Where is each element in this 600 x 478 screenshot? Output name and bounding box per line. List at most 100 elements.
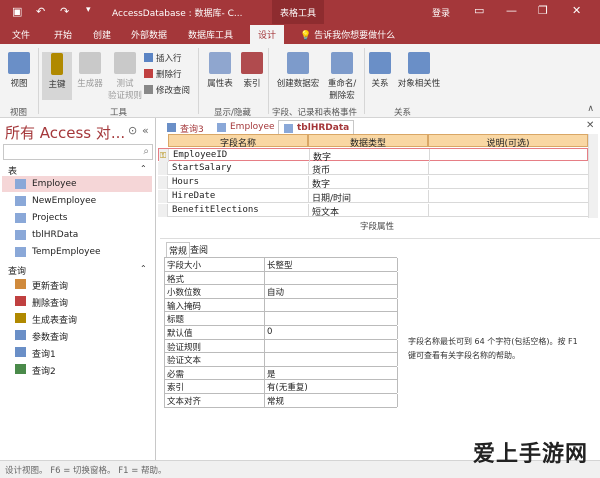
doc-tab-employee[interactable]: Employee: [212, 120, 279, 134]
table-row[interactable]: Hours 数字: [158, 176, 588, 190]
property-value[interactable]: 自动: [264, 285, 398, 299]
property-row[interactable]: 索引 有(无重复): [165, 380, 398, 394]
property-value[interactable]: [264, 271, 398, 285]
view-button[interactable]: 视图: [6, 52, 32, 89]
nav-item-query1[interactable]: 查询1: [2, 344, 152, 360]
minimize-icon[interactable]: —: [506, 4, 517, 17]
tell-me-search[interactable]: 💡 告诉我你想要做什么: [300, 28, 395, 41]
customize-qat-icon[interactable]: ▾: [86, 5, 91, 15]
rename-delete-macro-button[interactable]: 重命名/ 删除宏: [322, 52, 362, 101]
property-row[interactable]: 验证文本: [165, 353, 398, 367]
property-row[interactable]: 必需 是: [165, 366, 398, 381]
tab-external-data[interactable]: 外部数据: [131, 28, 167, 41]
nav-item-tblhrdata[interactable]: tblHRData: [2, 227, 152, 243]
collapse-section-icon[interactable]: ⌃: [140, 264, 147, 273]
description-cell[interactable]: [429, 149, 589, 162]
collapse-section-icon[interactable]: ⌃: [140, 164, 147, 173]
relationships-button[interactable]: 关系: [368, 52, 392, 89]
tab-file[interactable]: 文件: [12, 28, 30, 41]
nav-pane-title[interactable]: 所有 Access 对...: [5, 122, 125, 143]
property-row[interactable]: 字段大小 长整型: [165, 258, 398, 272]
create-data-macros-button[interactable]: 创建数据宏: [274, 52, 322, 89]
property-sheet-button[interactable]: 属性表: [204, 52, 236, 89]
data-type-cell[interactable]: 货币: [312, 163, 330, 176]
description-cell[interactable]: [428, 176, 588, 189]
table-row[interactable]: HireDate 日期/时间: [158, 190, 588, 204]
property-value[interactable]: [264, 353, 398, 367]
property-value[interactable]: [264, 339, 398, 353]
grid-scrollbar[interactable]: [588, 134, 598, 218]
table-row[interactable]: ⚿ EmployeeID 数字: [158, 148, 589, 163]
property-row[interactable]: 验证规则: [165, 339, 398, 354]
nav-search-input[interactable]: ⌕: [3, 144, 153, 160]
data-type-cell[interactable]: 日期/时间: [312, 191, 351, 204]
table-row[interactable]: BenefitElections 短文本: [158, 204, 588, 218]
builder-button[interactable]: 生成器: [76, 52, 104, 89]
redo-icon[interactable]: ↷: [60, 5, 69, 18]
doc-tab-tblhrdata[interactable]: tblHRData: [278, 120, 355, 134]
shutter-bar-icon[interactable]: «: [142, 124, 149, 137]
nav-item-update-query[interactable]: 更新查询: [2, 276, 152, 292]
nav-item-delete-query[interactable]: 删除查询: [2, 293, 152, 309]
field-name-cell[interactable]: Hours: [172, 177, 199, 187]
row-selector[interactable]: [158, 176, 168, 189]
undo-icon[interactable]: ↶: [36, 5, 45, 18]
tab-create[interactable]: 创建: [93, 28, 111, 41]
collapse-ribbon-icon[interactable]: ∧: [587, 104, 594, 114]
close-icon[interactable]: ✕: [572, 4, 581, 17]
description-cell[interactable]: [428, 162, 588, 175]
property-row[interactable]: 标题: [165, 312, 398, 326]
description-cell[interactable]: [428, 204, 588, 217]
nav-dropdown-icon[interactable]: ⊙: [128, 124, 137, 137]
append-query-icon: [15, 364, 26, 374]
property-value[interactable]: [264, 312, 398, 326]
row-selector[interactable]: [158, 162, 168, 175]
restore-icon[interactable]: ❐: [538, 4, 548, 17]
nav-item-projects[interactable]: Projects: [2, 210, 152, 226]
nav-item-newemployee[interactable]: NewEmployee: [2, 193, 152, 209]
tab-design[interactable]: 设计: [250, 25, 285, 44]
field-name-cell[interactable]: EmployeeID: [173, 150, 227, 160]
ribbon-display-icon[interactable]: ▭: [474, 4, 484, 17]
indexes-button[interactable]: 索引: [240, 52, 264, 89]
property-value[interactable]: 是: [264, 366, 398, 380]
property-value[interactable]: 有(无重复): [264, 380, 398, 394]
property-value[interactable]: 常规: [264, 393, 398, 407]
save-icon[interactable]: ▣: [12, 5, 22, 18]
test-validation-rules-button[interactable]: 测试 验证规则: [108, 52, 142, 101]
modify-lookups-button[interactable]: 修改查阅: [144, 84, 190, 96]
tab-home[interactable]: 开始: [54, 28, 72, 41]
table-row[interactable]: StartSalary 货币: [158, 162, 588, 176]
doc-tab-query3[interactable]: 查询3: [162, 120, 208, 135]
nav-item-employee[interactable]: Employee: [2, 176, 152, 192]
property-value[interactable]: 0: [264, 325, 398, 339]
field-name-cell[interactable]: HireDate: [172, 191, 215, 201]
field-name-cell[interactable]: StartSalary: [172, 163, 232, 173]
nav-item-tempemployee[interactable]: TempEmployee: [2, 244, 152, 260]
property-value[interactable]: 长整型: [264, 258, 398, 271]
property-row[interactable]: 小数位数 自动: [165, 285, 398, 299]
data-type-cell[interactable]: 数字: [312, 177, 330, 190]
nav-item-parameter-query[interactable]: 参数查询: [2, 327, 152, 343]
tab-database-tools[interactable]: 数据库工具: [188, 28, 233, 41]
row-selector[interactable]: [158, 190, 168, 203]
object-dependencies-button[interactable]: 对象相关性: [396, 52, 442, 89]
property-row[interactable]: 默认值 0: [165, 325, 398, 340]
property-row[interactable]: 格式: [165, 271, 398, 286]
data-type-cell[interactable]: 短文本: [312, 205, 339, 218]
nav-item-query2[interactable]: 查询2: [2, 361, 152, 377]
property-value[interactable]: [264, 298, 398, 312]
row-selector[interactable]: [158, 204, 168, 217]
property-row[interactable]: 文本对齐 常规: [165, 393, 398, 408]
field-name-cell[interactable]: BenefitElections: [172, 205, 259, 215]
tab-lookup[interactable]: 查阅: [188, 242, 210, 257]
primary-key-button[interactable]: 主键: [42, 52, 72, 100]
delete-rows-button[interactable]: 删除行: [144, 68, 182, 80]
login-link[interactable]: 登录: [432, 6, 450, 19]
description-cell[interactable]: [428, 190, 588, 203]
nav-item-make-table-query[interactable]: 生成表查询: [2, 310, 152, 326]
tab-general[interactable]: 常规: [166, 242, 191, 258]
insert-rows-button[interactable]: 插入行: [144, 52, 182, 64]
property-row[interactable]: 输入掩码: [165, 298, 398, 313]
close-document-icon[interactable]: ✕: [586, 120, 594, 131]
